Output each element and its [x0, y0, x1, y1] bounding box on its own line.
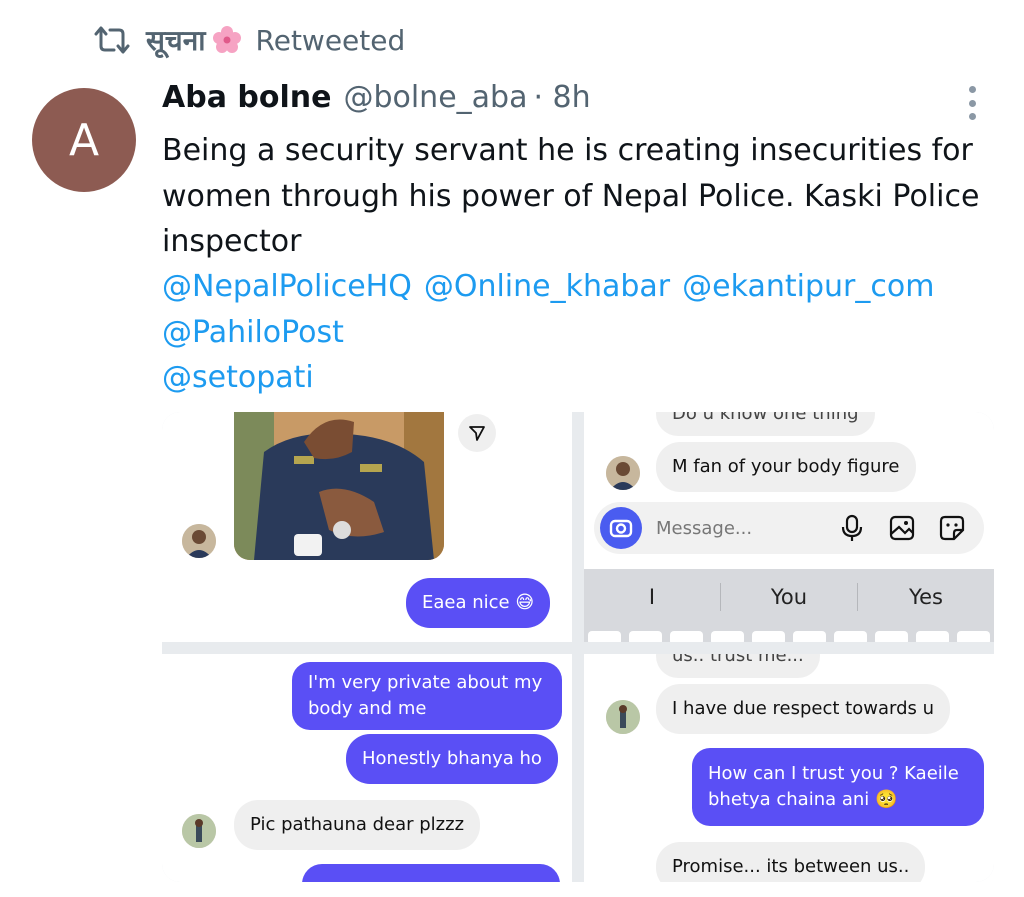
suggestion: I	[648, 585, 656, 609]
mentions: @NepalPoliceHQ @Online_khabar @ekantipur_c…	[162, 264, 992, 401]
author-avatar[interactable]: A	[32, 88, 136, 192]
media-image-1[interactable]: Eaea nice 😅	[162, 412, 572, 642]
send-icon	[458, 414, 496, 452]
mention-link[interactable]: @setopati	[162, 360, 314, 395]
outgoing-message: Honestly bhanya ho	[346, 734, 558, 784]
media-image-2[interactable]: Do u know one thing M fan of your body f…	[584, 412, 994, 642]
cherry-blossom-icon	[212, 25, 242, 55]
outgoing-message: Eaea nice 😅	[406, 578, 551, 628]
microphone-icon	[834, 510, 870, 546]
sender-avatar	[182, 814, 216, 848]
suggestion-bar: I You Yes	[584, 577, 994, 617]
author-handle[interactable]: @bolne_aba	[343, 80, 527, 115]
incoming-message: I have due respect towards u	[656, 684, 951, 734]
retweeter-name[interactable]: सूचना	[146, 21, 242, 59]
media-image-4[interactable]: us.. trust me... I have due respect towa…	[584, 654, 994, 882]
incoming-message-partial: us.. trust me...	[656, 654, 820, 678]
retweeted-label: Retweeted	[255, 23, 406, 57]
mention-link[interactable]: @Online_khabar	[424, 269, 670, 304]
avatar-letter: A	[68, 114, 100, 166]
outgoing-message: I'm very private about my body and me	[292, 662, 562, 730]
tweet-text: Being a security servant he is creating …	[162, 133, 980, 259]
outgoing-message-partial	[302, 864, 560, 882]
mention-link[interactable]: @NepalPoliceHQ	[162, 269, 412, 304]
media-image-3[interactable]: I'm very private about my body and me Ho…	[162, 654, 572, 882]
author-name[interactable]: Aba bolne	[162, 80, 331, 115]
retweeter-label: सूचना	[146, 24, 206, 57]
mention-link[interactable]: @ekantipur_com	[682, 269, 934, 304]
suggestion: You	[770, 585, 808, 609]
keyboard-keys	[584, 631, 994, 642]
message-input: Message...	[656, 517, 753, 539]
sender-avatar	[182, 524, 216, 558]
gallery-icon	[884, 510, 920, 546]
retweet-icon	[92, 24, 132, 56]
keyboard: I You Yes	[584, 569, 994, 642]
retweet-context: सूचना Retweeted	[92, 22, 405, 58]
incoming-message: Pic pathauna dear plzzz	[234, 800, 481, 850]
incoming-message-partial: Do u know one thing	[656, 412, 875, 436]
sender-avatar	[606, 456, 640, 490]
incoming-message: Promise... its between us..	[656, 842, 926, 882]
suggestion: Yes	[909, 585, 943, 609]
mention-link[interactable]: @PahiloPost	[162, 315, 344, 350]
sticker-icon	[934, 510, 970, 546]
sender-avatar	[606, 700, 640, 734]
shared-photo	[234, 412, 444, 560]
tweet-header: Aba bolne @bolne_aba · 8h	[162, 80, 591, 122]
incoming-message: M fan of your body figure	[656, 442, 916, 492]
tweet-time[interactable]: · 8h	[533, 80, 590, 115]
outgoing-message: How can I trust you ? Kaeile bhetya chai…	[692, 748, 984, 826]
message-composer: Message...	[594, 502, 984, 554]
camera-icon	[600, 507, 642, 549]
media-grid: Eaea nice 😅 Do u know one thing M fan of…	[162, 412, 994, 882]
more-options-icon[interactable]	[962, 86, 982, 120]
